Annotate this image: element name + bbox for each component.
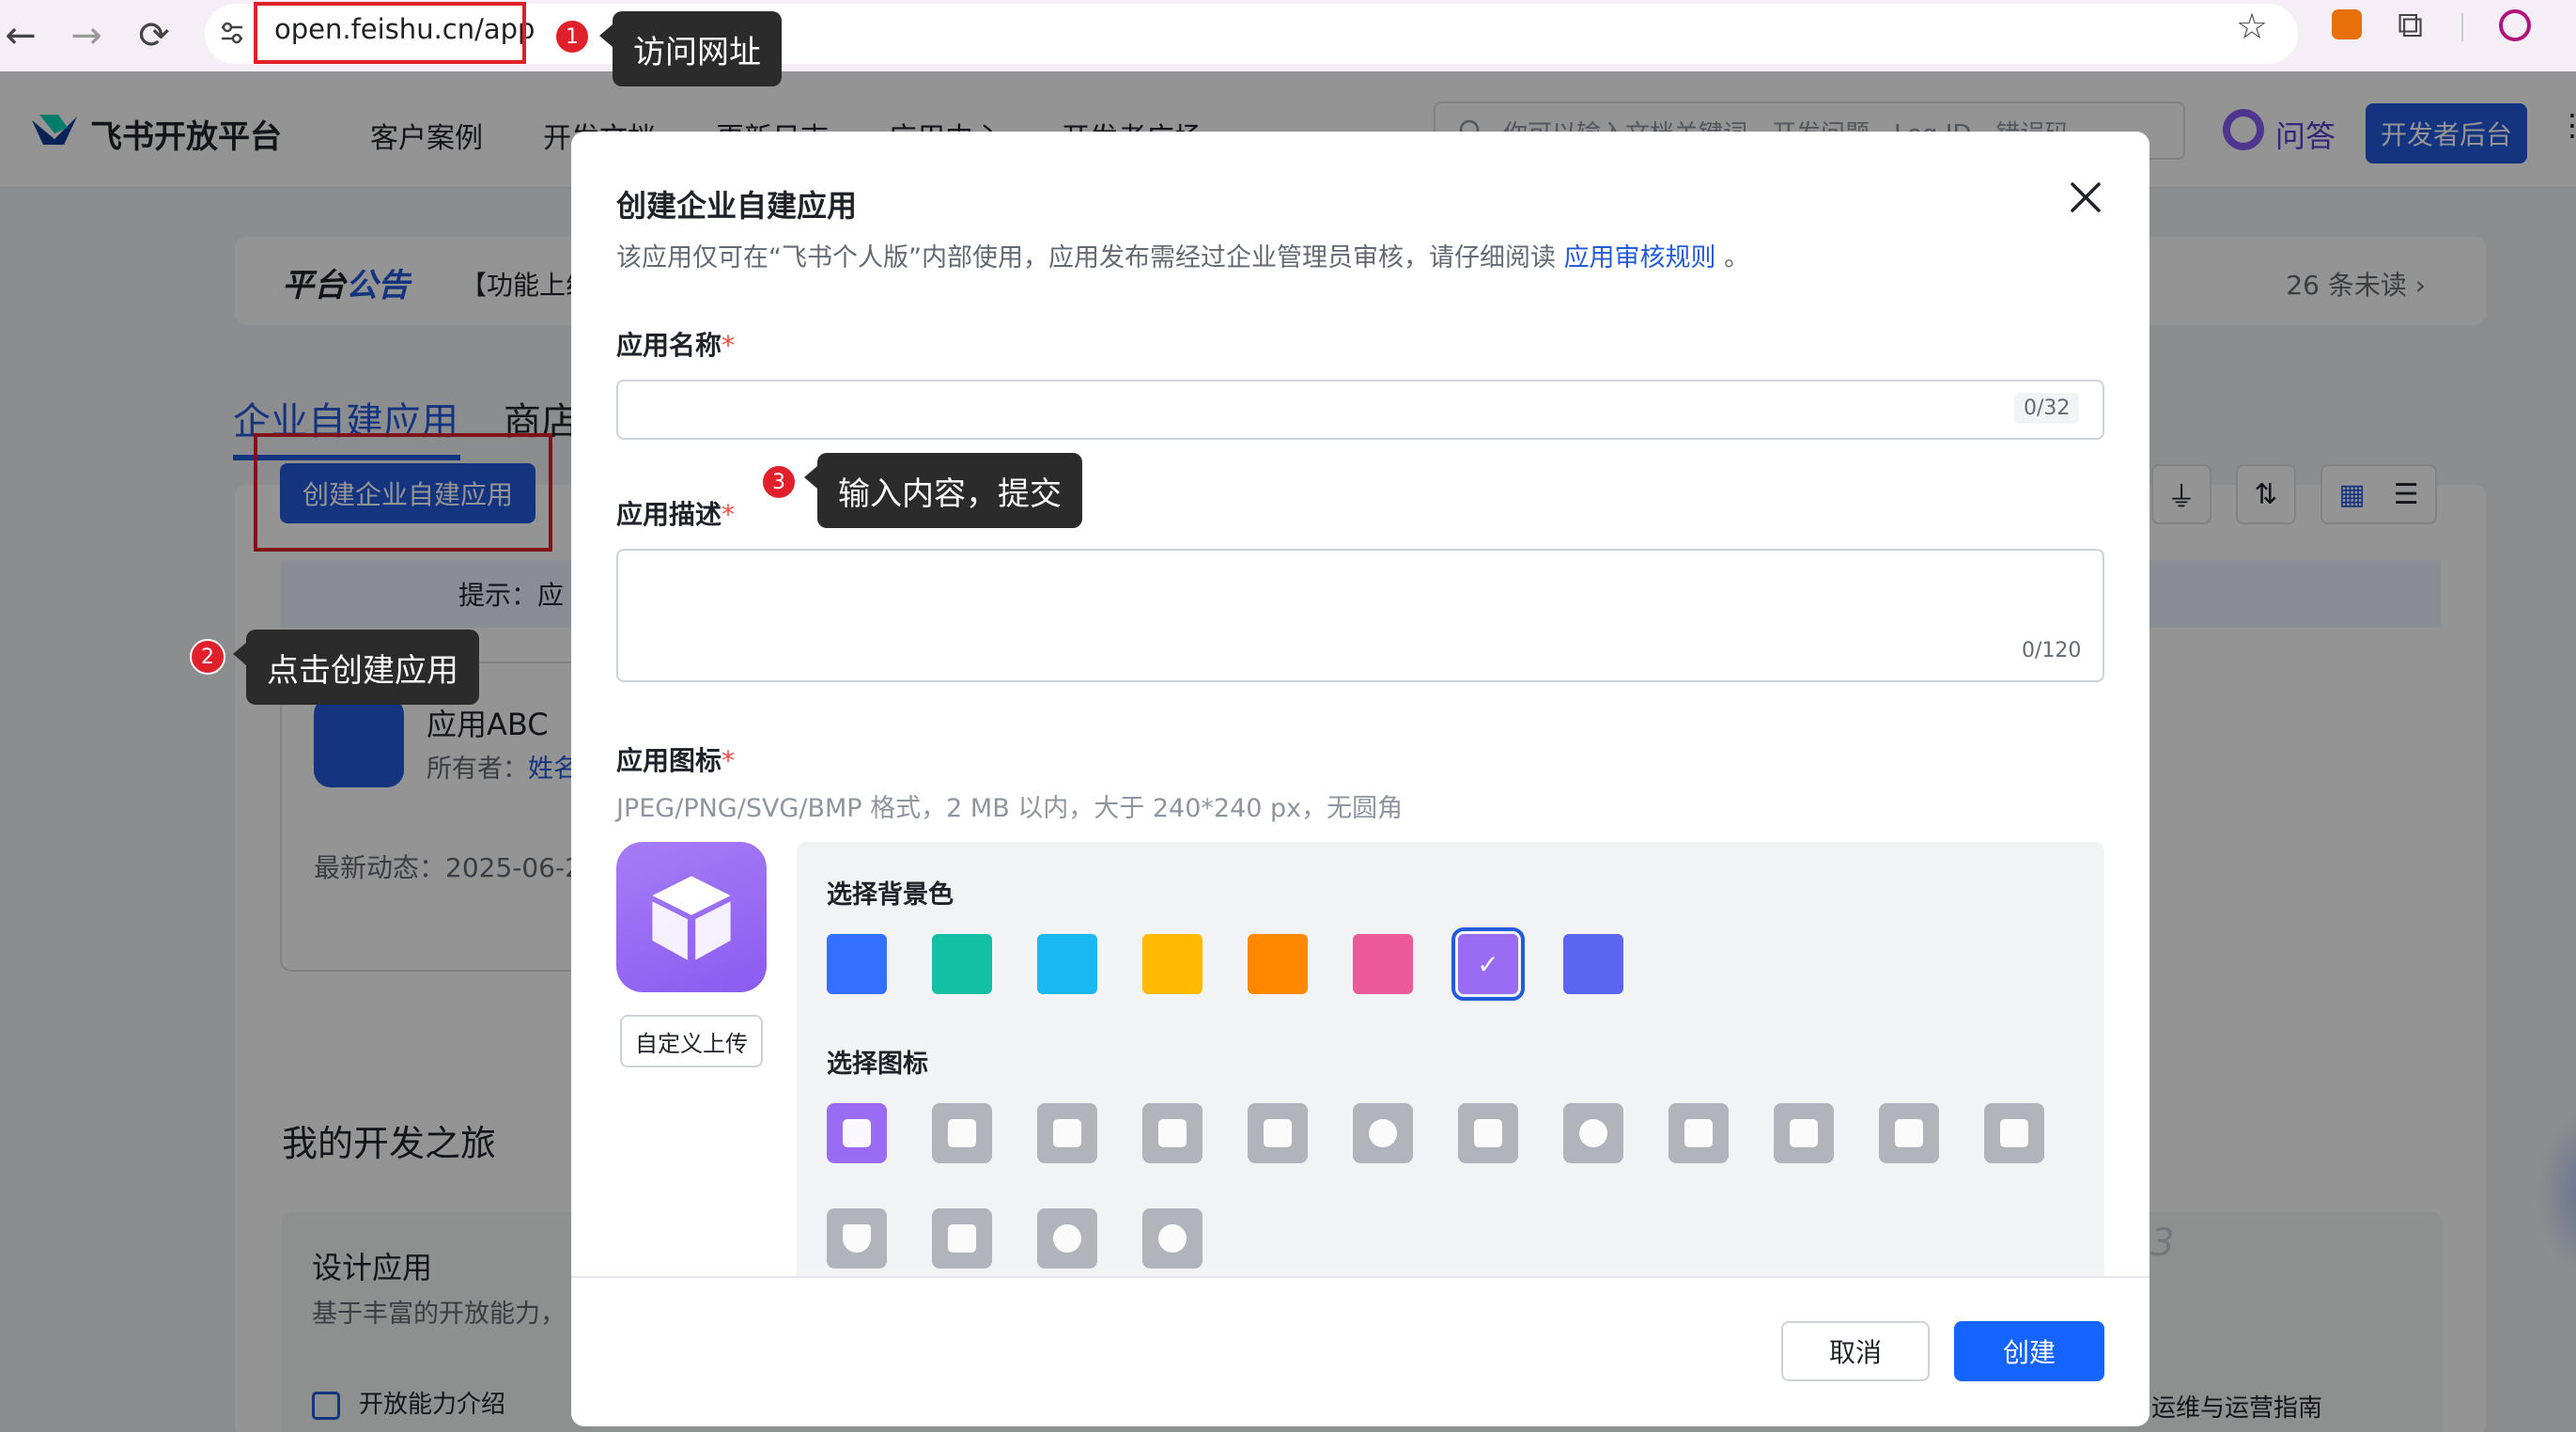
bg-color-swatch[interactable] (1353, 934, 1413, 994)
bell-icon-shape (1369, 1119, 1397, 1147)
bg-color-swatch[interactable]: ✓ (1451, 927, 1525, 1001)
browser-toolbar: ← → ⟳ open.feishu.cn/app ☆ ⧉ (0, 0, 2576, 71)
cube-icon-shape (843, 1119, 871, 1147)
dialog-description: 该应用仅可在“飞书个人版”内部使用，应用发布需经过企业管理员审核，请仔细阅读 应… (616, 243, 1750, 272)
pie-chart-icon-shape (1579, 1119, 1607, 1147)
document-icon-shape (1158, 1119, 1187, 1147)
site-settings-icon[interactable] (220, 21, 244, 45)
tag-icon-shape (1790, 1119, 1818, 1147)
app-desc-textarea[interactable] (616, 549, 2104, 682)
code-icon[interactable] (1142, 1208, 1203, 1269)
document-icon[interactable] (1142, 1103, 1203, 1163)
reload-icon[interactable]: ⟳ (126, 8, 182, 64)
layout-icon-shape (948, 1224, 976, 1253)
toolbar-divider (2461, 13, 2463, 41)
cancel-button[interactable]: 取消 (1781, 1321, 1930, 1381)
bg-color-label: 选择背景色 (827, 880, 954, 910)
bg-color-swatch[interactable] (1563, 934, 1623, 994)
lightbulb-icon-shape (1053, 1119, 1081, 1147)
bg-color-swatch[interactable] (1142, 934, 1203, 994)
dialog-footer: 取消 创建 (571, 1276, 2149, 1426)
bg-color-swatch[interactable] (932, 934, 992, 994)
lightbulb-icon[interactable] (1037, 1103, 1097, 1163)
briefcase-icon[interactable] (1248, 1103, 1308, 1163)
bg-color-swatch[interactable] (1037, 934, 1097, 994)
bg-color-swatch[interactable] (1248, 934, 1308, 994)
review-rules-link[interactable]: 应用审核规则 (1564, 243, 1716, 272)
wrench-icon[interactable] (1879, 1103, 1939, 1163)
bell-icon[interactable] (1353, 1103, 1413, 1163)
icon-format-hint: JPEG/PNG/SVG/BMP 格式，2 MB 以内，大于 240*240 p… (616, 794, 1404, 823)
profile-avatar-icon[interactable] (2499, 9, 2531, 41)
close-icon[interactable] (2065, 177, 2106, 218)
check-icon: ✓ (1477, 948, 1499, 980)
star-icon-shape (1684, 1119, 1713, 1147)
back-arrow-icon[interactable]: ← (0, 8, 49, 64)
users-icon[interactable] (1037, 1208, 1097, 1269)
url-highlight-box (254, 2, 526, 64)
desc-char-counter: 0/120 (2022, 639, 2082, 662)
icon-preview (616, 842, 767, 992)
forward-arrow-icon[interactable]: → (58, 8, 115, 64)
dialog-title: 创建企业自建应用 (616, 188, 858, 224)
extensions-puzzle-icon[interactable]: ⧉ (2398, 4, 2423, 46)
annotation-badge-3: 3 (761, 464, 797, 500)
wrench-icon-shape (1895, 1119, 1923, 1147)
app-icon-label: 应用图标* (616, 745, 736, 776)
tag-icon[interactable] (1774, 1103, 1834, 1163)
app-desc-label: 应用描述* (616, 499, 736, 530)
robot-icon[interactable] (932, 1103, 992, 1163)
cube-icon[interactable] (827, 1103, 887, 1163)
cube-icon (652, 876, 731, 960)
badge-icon-shape (1474, 1119, 1502, 1147)
annotation-badge-1: 1 (554, 19, 590, 54)
annotation-tip-1: 访问网址 (599, 11, 782, 86)
create-app-dialog: 创建企业自建应用 该应用仅可在“飞书个人版”内部使用，应用发布需经过企业管理员审… (571, 132, 2149, 1426)
custom-upload-button[interactable]: 自定义上传 (620, 1015, 763, 1067)
badge-icon[interactable] (1458, 1103, 1518, 1163)
app-name-input[interactable] (616, 380, 2104, 440)
icon-picker-panel: 选择背景色 ✓ 选择图标 (797, 842, 2104, 1293)
pie-chart-icon[interactable] (1563, 1103, 1623, 1163)
shield-icon[interactable] (827, 1208, 887, 1269)
briefcase-icon-shape (1264, 1119, 1292, 1147)
annotation-tip-2: 点击创建应用 (233, 630, 479, 705)
extension-icon[interactable] (2332, 9, 2362, 39)
bg-color-swatch[interactable] (827, 934, 887, 994)
layout-icon[interactable] (932, 1208, 992, 1269)
name-char-counter: 0/32 (2014, 393, 2080, 424)
robot-icon-shape (948, 1119, 976, 1147)
file-icon[interactable] (1984, 1103, 2044, 1163)
bookmark-star-icon[interactable]: ☆ (2236, 6, 2268, 47)
users-icon-shape (1053, 1224, 1081, 1253)
glyph-label: 选择图标 (827, 1050, 928, 1079)
annotation-tip-3: 输入内容，提交 (804, 453, 1082, 528)
annotation-badge-2: 2 (190, 639, 225, 675)
app-name-label: 应用名称* (616, 330, 736, 361)
create-button[interactable]: 创建 (1954, 1321, 2104, 1381)
file-icon-shape (2000, 1119, 2028, 1147)
code-icon-shape (1158, 1224, 1187, 1253)
shield-icon-shape (843, 1224, 871, 1253)
star-icon[interactable] (1668, 1103, 1729, 1163)
